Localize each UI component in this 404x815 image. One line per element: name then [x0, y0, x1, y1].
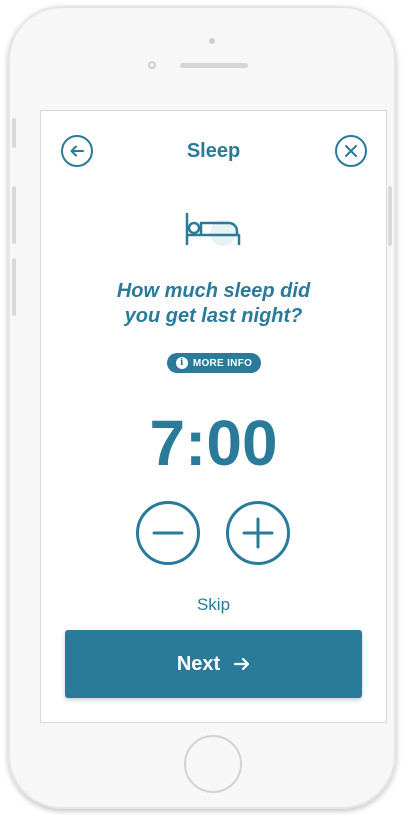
- close-button[interactable]: [335, 135, 367, 167]
- earpiece-speaker: [180, 63, 248, 68]
- more-info-button[interactable]: i MORE INFO: [167, 353, 261, 373]
- phone-frame: Sleep How much sleep did you get last ni…: [8, 6, 396, 809]
- minus-circle-icon: [152, 531, 184, 535]
- arrow-right-icon: [234, 657, 250, 671]
- sensor-dot: [209, 38, 215, 44]
- front-camera: [148, 61, 156, 69]
- volume-up-button: [12, 186, 16, 244]
- more-info-label: MORE INFO: [192, 357, 253, 369]
- next-label: Next: [176, 652, 221, 675]
- sleep-time-value: 7:00: [149, 407, 278, 479]
- app-screen: Sleep How much sleep did you get last ni…: [40, 110, 387, 723]
- info-icon: i: [175, 357, 188, 369]
- home-button[interactable]: [184, 735, 242, 793]
- question-line-2: you get last night?: [124, 305, 303, 327]
- question-text: How much sleep did you get last night?: [71, 279, 356, 329]
- plus-circle-icon: [242, 517, 274, 549]
- close-circle-icon: [345, 145, 357, 157]
- power-button: [388, 186, 392, 246]
- skip-link[interactable]: Skip: [41, 595, 386, 615]
- decrease-button[interactable]: [136, 501, 200, 565]
- question-line-1: How much sleep did: [116, 280, 311, 302]
- bed-icon: [185, 213, 241, 246]
- next-button[interactable]: Next: [65, 630, 362, 698]
- mute-switch: [12, 118, 16, 148]
- increase-button[interactable]: [226, 501, 290, 565]
- volume-down-button: [12, 258, 16, 316]
